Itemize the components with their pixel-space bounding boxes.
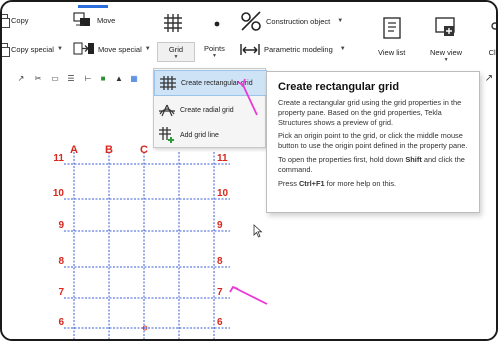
command-tooltip: Create rectangular grid Create a rectang… <box>266 71 480 213</box>
cut-icon[interactable]: ✂ <box>33 74 43 84</box>
dimension-icon[interactable]: ▲ <box>114 74 124 84</box>
move-special-label: Move special <box>98 44 142 54</box>
grid-column-label: A <box>70 144 78 156</box>
frame-icon[interactable]: ▭ <box>50 74 60 84</box>
tooltip-paragraph: To open the properties first, hold down … <box>278 155 470 175</box>
view-list-icon <box>382 17 401 39</box>
grid-dropdown-button[interactable]: Grid ▼ <box>157 42 195 62</box>
grid-dropdown-menu: Create rectangular grid Create radial gr… <box>153 68 267 148</box>
points-dropdown-button[interactable]: Points ▼ <box>204 44 225 59</box>
grid-row-label-left: 7 <box>58 287 64 298</box>
copy-special-button[interactable]: Copy special ▼ <box>2 43 63 57</box>
active-tab-indicator <box>78 5 108 8</box>
construction-object-button[interactable]: Construction object ▼ <box>239 10 343 32</box>
tooltip-paragraph: Pick an origin point to the grid, or cli… <box>278 131 468 151</box>
move-label: Move <box>97 15 116 25</box>
grid-row-label-left: 9 <box>58 220 64 231</box>
tooltip-paragraph: Press Ctrl+F1 for more help on this. <box>278 179 470 189</box>
app-window: Copy Copy special ▼ Move Move special ▼ … <box>0 0 498 341</box>
grid-row-label-right: 11 <box>217 153 228 164</box>
copy-icon <box>2 14 10 28</box>
new-view-icon <box>435 17 455 36</box>
menu-item-label: Create rectangular grid <box>181 79 253 87</box>
expand-arrow-icon[interactable]: ↗ <box>484 74 494 84</box>
menu-item-create-radial-grid[interactable]: Create radial grid <box>154 97 267 123</box>
grid-row-label-left: 10 <box>53 188 65 199</box>
grid-label: Grid <box>168 44 184 54</box>
copy-special-label: Copy special <box>11 44 54 54</box>
radial-grid-icon <box>159 104 175 117</box>
tooltip-title: Create rectangular grid <box>278 81 400 93</box>
move-special-button[interactable]: Move special ▼ <box>73 42 151 56</box>
ribbon: Copy Copy special ▼ Move Move special ▼ … <box>2 2 498 66</box>
clip-button[interactable]: Cli <box>486 16 498 57</box>
chevron-down-icon: ▼ <box>443 57 449 63</box>
tooltip-text: To open the properties first, hold down <box>278 154 406 164</box>
grid-row-label-right: 8 <box>217 256 223 267</box>
construction-object-icon <box>241 11 261 31</box>
copy-label: Copy <box>11 15 29 25</box>
grid-row-label-left: 8 <box>58 256 64 267</box>
view-list-label: View list <box>378 48 406 57</box>
tooltip-paragraph: Create a rectangular grid using the grid… <box>278 98 462 127</box>
points-label: Points <box>204 44 225 53</box>
grid-column-label: B <box>105 144 113 156</box>
green-square-icon[interactable]: ■ <box>98 74 108 84</box>
copy-special-icon <box>2 43 10 57</box>
grid-column-label: C <box>140 144 148 156</box>
parametric-modeling-label: Parametric modeling <box>264 44 333 54</box>
tooltip-text: Press <box>278 178 299 188</box>
chevron-down-icon: ▼ <box>56 46 63 52</box>
grid-row-label-left: 11 <box>53 153 64 164</box>
chevron-down-icon: ▼ <box>211 53 217 59</box>
chevron-down-icon: ▼ <box>144 46 151 52</box>
construction-object-label: Construction object <box>266 16 331 26</box>
chevron-down-icon: ▼ <box>337 18 344 24</box>
align-icon[interactable]: ☰ <box>66 74 76 84</box>
blue-grid-icon[interactable]: ▦ <box>129 74 139 84</box>
view-list-button[interactable]: View list <box>378 16 405 57</box>
grid-row-label-right: 10 <box>217 188 229 199</box>
clip-label: Cli <box>488 48 498 57</box>
move-special-icon <box>73 42 94 55</box>
select-arrow-icon[interactable]: ↗ <box>16 74 26 84</box>
grid-icon <box>164 14 182 32</box>
menu-item-label: Create radial grid <box>180 106 234 114</box>
rectangular-grid-icon <box>160 76 176 90</box>
clip-icon <box>491 22 496 30</box>
menu-item-add-grid-line[interactable]: Add grid line <box>154 122 267 148</box>
chevron-down-icon: ▼ <box>173 53 179 60</box>
chevron-down-icon: ▼ <box>339 46 346 52</box>
snap-icon[interactable]: ⊢ <box>83 74 93 84</box>
move-button[interactable]: Move <box>72 11 115 29</box>
ribbon-tabs <box>2 2 496 8</box>
point-icon <box>214 21 220 27</box>
menu-item-label: Add grid line <box>180 131 219 139</box>
menu-item-create-rectangular-grid[interactable]: Create rectangular grid <box>154 70 267 96</box>
grid-row-label-right: 9 <box>217 220 223 231</box>
copy-button[interactable]: Copy <box>2 14 29 28</box>
tooltip-key: Shift <box>405 154 422 164</box>
grid-button[interactable] <box>162 12 184 34</box>
grid-row-label-right: 6 <box>217 317 223 328</box>
points-button[interactable] <box>210 12 224 34</box>
new-view-button[interactable]: New view ▼ <box>430 16 462 63</box>
add-grid-line-icon <box>159 127 174 143</box>
parametric-modeling-icon <box>240 44 260 55</box>
parametric-modeling-button[interactable]: Parametric modeling ▼ <box>239 42 346 56</box>
mouse-cursor-icon <box>253 224 263 238</box>
grid-row-label-right: 7 <box>217 287 223 298</box>
grid-row-label-left: 6 <box>58 317 64 328</box>
tooltip-key: Ctrl+F1 <box>298 178 325 188</box>
move-icon <box>73 12 90 26</box>
tooltip-text: for more help on this. <box>324 178 397 188</box>
new-view-label: New view <box>430 48 463 57</box>
